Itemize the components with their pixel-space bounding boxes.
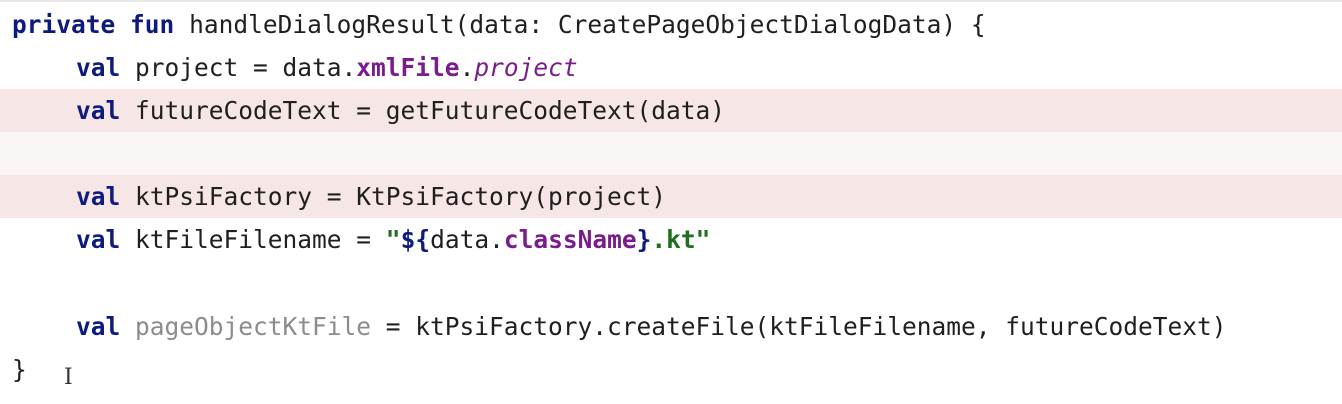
code-text: = ktPsiFactory.createFile(ktFileFilename… xyxy=(371,312,1227,341)
code-line-1[interactable]: private fun handleDialogResult(data: Cre… xyxy=(0,3,1342,46)
keyword-val: val xyxy=(76,53,121,82)
code-text: ktPsiFactory = KtPsiFactory(project) xyxy=(135,182,667,211)
keyword-fun: fun xyxy=(130,10,175,39)
dot: . xyxy=(459,53,475,82)
code-line-5[interactable]: val ktPsiFactory = KtPsiFactory(project) xyxy=(0,175,1342,218)
property-project: project xyxy=(474,53,578,82)
code-text: futureCodeText = getFutureCodeText(data) xyxy=(135,96,726,125)
code-line-2[interactable]: val project = data.xmlFile.project xyxy=(0,46,1342,89)
code-line-9[interactable]: } xyxy=(0,348,1342,391)
string-quote: " xyxy=(385,225,401,254)
template-close: } xyxy=(636,225,652,254)
keyword-val: val xyxy=(76,312,121,341)
template-open: ${ xyxy=(400,225,431,254)
keyword-val: val xyxy=(76,96,121,125)
closing-brace: } xyxy=(12,355,27,384)
code-line-7-blank[interactable] xyxy=(0,261,1342,304)
property-xmlfile: xmlFile xyxy=(356,53,460,82)
code-text: project = data. xyxy=(135,53,357,82)
code-editor[interactable]: private fun handleDialogResult(data: Cre… xyxy=(0,0,1342,404)
code-line-3[interactable]: val futureCodeText = getFutureCodeText(d… xyxy=(0,89,1342,132)
code-line-4-blank[interactable] xyxy=(0,132,1342,175)
keyword-val: val xyxy=(76,182,121,211)
keyword-private: private xyxy=(12,10,116,39)
code-line-6[interactable]: val ktFileFilename = "${data.className}.… xyxy=(0,218,1342,261)
code-line-8[interactable]: val pageObjectKtFile = ktPsiFactory.crea… xyxy=(0,305,1342,348)
unused-variable: pageObjectKtFile xyxy=(135,312,372,341)
function-signature: handleDialogResult(data: CreatePageObjec… xyxy=(189,10,986,39)
template-ref: data. xyxy=(430,225,504,254)
keyword-val: val xyxy=(76,225,121,254)
text-cursor-icon: I xyxy=(64,365,73,390)
property-classname: className xyxy=(503,225,637,254)
string-tail: .kt" xyxy=(651,225,711,254)
editor-top-border xyxy=(0,0,1342,2)
code-text: ktFileFilename = xyxy=(135,225,386,254)
